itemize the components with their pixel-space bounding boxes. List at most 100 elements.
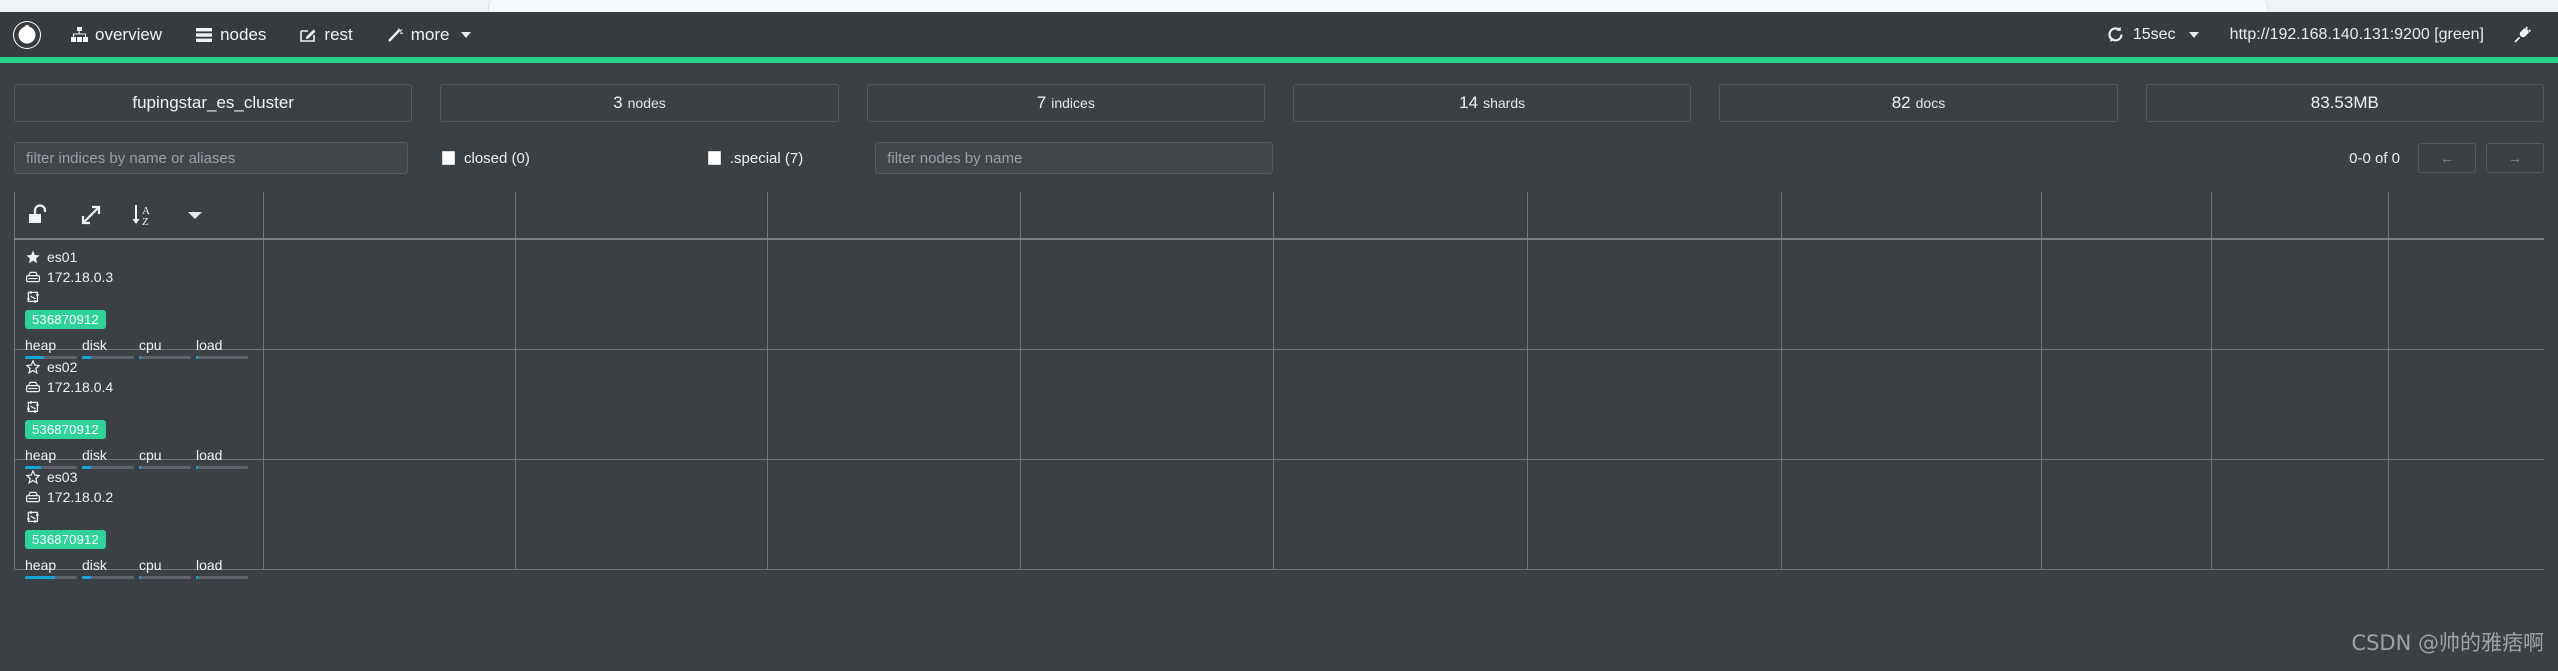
pagination-next-button[interactable]: → (2486, 143, 2544, 173)
node-card: es02 172.18.0.4 536870912 heap disk cpu … (15, 350, 263, 469)
star-outline-icon[interactable] (25, 470, 40, 485)
node-name: es01 (47, 249, 78, 265)
sitemap-icon (71, 26, 88, 43)
chevron-down-icon (2188, 31, 2199, 38)
special-indices-checkbox[interactable]: .special (7) (707, 150, 803, 167)
nav-item-more-label: more (410, 24, 450, 44)
grid-cell (1274, 240, 1528, 349)
grid-cell (516, 350, 768, 459)
nodes-filter-input[interactable] (875, 142, 1274, 174)
node-metrics: heap disk cpu load (25, 557, 253, 579)
grid-cell (2042, 350, 2212, 459)
node-host-line: 172.18.0.4 (25, 377, 253, 397)
node-name: es03 (47, 469, 78, 485)
heap-max-badge: 536870912 (25, 420, 106, 439)
grid-header-cell (1021, 192, 1274, 238)
grid-header-row: A Z (14, 192, 2544, 240)
server-icon (25, 270, 40, 285)
csdn-watermark: CSDN @帅的雅痞啊 (2351, 631, 2544, 655)
node-cell[interactable]: es01 172.18.0.3 536870912 heap disk cpu … (14, 240, 264, 359)
stat-store-size[interactable]: 83.53MB (2145, 84, 2544, 122)
stat-nodes-value: 3 (613, 93, 623, 112)
node-role-line (25, 507, 253, 527)
stat-indices-value: 7 (1036, 93, 1047, 112)
stat-indices[interactable]: 7 indices (866, 84, 1265, 122)
grid-cell (1021, 350, 1274, 459)
pagination-prev-button[interactable]: ← (2418, 143, 2476, 173)
stat-docs-label: docs (1915, 95, 1946, 111)
stat-store-size-value: 83.53MB (2310, 93, 2379, 112)
chevron-down-icon (460, 31, 471, 38)
grid-cell (264, 350, 516, 459)
stat-cluster-name[interactable]: fupingstar_es_cluster (14, 84, 413, 122)
node-role-line (25, 397, 253, 417)
table-row: es01 172.18.0.3 536870912 heap disk cpu … (14, 240, 2544, 359)
refresh-interval-selector[interactable]: 15sec (2090, 12, 2216, 57)
filter-row: closed (0) .special (7) 0-0 of 0 ← → (0, 137, 2558, 179)
grid-cell (264, 460, 516, 569)
expand-arrows-icon[interactable] (77, 201, 105, 229)
grid-cell (2389, 350, 2544, 459)
grid-toolbar: A Z (15, 192, 263, 238)
node-host-line: 172.18.0.3 (25, 267, 253, 287)
cluster-connection-url[interactable]: http://192.168.140.131:9200 [green] (2216, 26, 2498, 44)
cluster-grid: A Z es01 172.18.0.3 536870912 heap disk … (14, 192, 2544, 579)
grid-cell (516, 240, 768, 349)
nav-item-rest[interactable]: rest (283, 12, 369, 57)
node-name: es02 (47, 359, 78, 375)
grid-cell (2042, 240, 2212, 349)
grid-cell (2212, 240, 2389, 349)
edit-square-icon (300, 26, 317, 43)
metric-disk-bar (82, 576, 134, 579)
grid-cell (1528, 350, 1782, 459)
grid-cell (2042, 460, 2212, 569)
stat-docs[interactable]: 82 docs (1719, 84, 2118, 122)
magic-wand-icon (387, 26, 404, 43)
star-outline-icon[interactable] (25, 360, 40, 375)
grid-header-cell (264, 192, 516, 238)
nav-item-more[interactable]: more (370, 12, 488, 57)
grid-header-cell (1528, 192, 1782, 238)
navbar-left-group: overview nodes rest more (0, 12, 488, 57)
table-row: es02 172.18.0.4 536870912 heap disk cpu … (14, 350, 2544, 469)
sort-alpha-asc-icon[interactable]: A Z (129, 201, 157, 229)
closed-indices-checkbox[interactable]: closed (0) (442, 150, 530, 167)
server-list-icon (196, 26, 213, 43)
stat-shards-value: 14 (1459, 93, 1479, 112)
grid-cell (2389, 460, 2544, 569)
chevron-down-icon[interactable] (181, 201, 209, 229)
node-host-line: 172.18.0.2 (25, 487, 253, 507)
elasticsearch-hq-logo-icon[interactable] (0, 12, 54, 57)
indices-filter-input[interactable] (14, 142, 408, 174)
metric-cpu: cpu (139, 557, 196, 579)
checkbox-box-icon (707, 151, 721, 165)
node-name-line: es01 (25, 247, 253, 267)
node-role-icon (25, 510, 40, 525)
stat-nodes[interactable]: 3 nodes (440, 84, 839, 122)
node-cell[interactable]: es02 172.18.0.4 536870912 heap disk cpu … (14, 350, 264, 469)
stat-shards-label: shards (1483, 95, 1526, 111)
grid-cell (1021, 240, 1274, 349)
plug-disconnect-icon[interactable] (2498, 25, 2546, 45)
nav-item-overview[interactable]: overview (54, 12, 179, 57)
grid-cell (2212, 460, 2389, 569)
unlock-icon[interactable] (25, 201, 53, 229)
heap-max-badge: 536870912 (25, 310, 106, 329)
metric-cpu-label: cpu (139, 557, 162, 573)
node-role-icon (25, 400, 40, 415)
grid-cell (1274, 350, 1528, 459)
stat-nodes-label: nodes (627, 95, 666, 111)
grid-cell (516, 460, 768, 569)
node-host: 172.18.0.3 (47, 269, 114, 285)
table-row: es03 172.18.0.2 536870912 heap disk cpu … (14, 460, 2544, 579)
stat-shards[interactable]: 14 shards (1292, 84, 1692, 122)
browser-chrome-sliver (0, 0, 2558, 12)
grid-header-cell (1274, 192, 1528, 238)
node-cell[interactable]: es03 172.18.0.2 536870912 heap disk cpu … (14, 460, 264, 579)
nav-item-nodes[interactable]: nodes (179, 12, 283, 57)
svg-text:Z: Z (142, 216, 149, 227)
checkbox-box-icon (442, 151, 455, 165)
refresh-interval-label: 15sec (2132, 25, 2176, 43)
star-filled-icon[interactable] (25, 250, 40, 265)
node-card: es01 172.18.0.3 536870912 heap disk cpu … (15, 240, 263, 359)
